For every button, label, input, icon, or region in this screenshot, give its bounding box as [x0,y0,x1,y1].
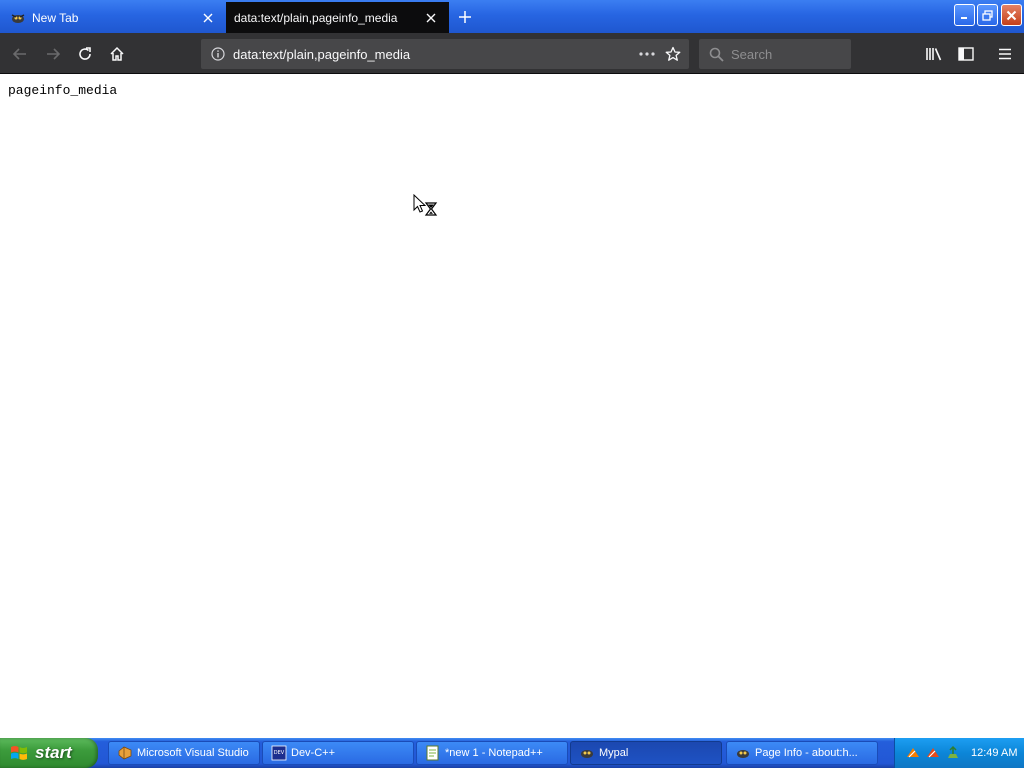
tray-app-icon[interactable] [905,745,921,761]
taskbar-item-label: *new 1 - Notepad++ [445,747,543,759]
tab-label: New Tab [32,10,79,25]
mypal-icon [735,745,751,761]
taskbar-item-devcpp[interactable]: DEV Dev-C++ [262,741,414,765]
svg-text:DEV: DEV [274,750,285,756]
browser-titlebar: New Tab data:text/plain,pageinfo_media [0,0,1024,33]
close-icon [1006,10,1017,20]
mypal-favicon-icon [10,10,26,26]
forward-arrow-icon [47,48,61,60]
menu-button[interactable] [992,41,1018,67]
home-button[interactable] [104,41,130,67]
tab-new-tab[interactable]: New Tab [0,2,226,33]
tab-data-url[interactable]: data:text/plain,pageinfo_media [226,2,449,33]
restore-button[interactable] [977,4,998,26]
minimize-icon [960,17,967,19]
sidebar-toggle-button[interactable] [953,41,979,67]
close-window-button[interactable] [1001,4,1022,26]
page-content: pageinfo_media [0,75,1024,738]
restore-icon [982,9,993,21]
site-info-icon[interactable] [208,44,228,64]
mypal-icon [579,745,595,761]
navigation-toolbar: data:text/plain,pageinfo_media [0,33,1024,74]
taskbar-item-label: Page Info - about:h... [755,747,858,759]
taskbar-item-page-info[interactable]: Page Info - about:h... [726,741,878,765]
search-icon [707,45,725,63]
sidebar-icon [958,47,974,61]
taskbar-item-label: Dev-C++ [291,747,336,759]
start-button[interactable]: start [0,738,98,768]
search-input[interactable] [731,46,841,62]
safely-remove-hardware-icon[interactable] [945,745,961,761]
taskbar-clock: 12:49 AM [971,747,1018,759]
back-arrow-icon [12,48,26,60]
start-label: start [35,743,72,762]
close-tab-icon[interactable] [421,8,441,28]
hamburger-menu-icon [999,48,1011,60]
plus-icon [459,11,471,23]
taskbar-item-visual-studio[interactable]: Microsoft Visual Studio [108,741,260,765]
url-bar[interactable]: data:text/plain,pageinfo_media [201,39,689,69]
windows-logo-icon [9,743,29,763]
close-tab-icon[interactable] [198,8,218,28]
minimize-button[interactable] [954,4,975,26]
search-bar[interactable] [699,39,851,69]
taskbar-item-mypal[interactable]: Mypal [570,741,722,765]
taskbar-item-notepadpp[interactable]: *new 1 - Notepad++ [416,741,568,765]
library-icon [926,48,942,61]
visual-studio-icon [117,745,133,761]
windows-taskbar: start Microsoft Visual Studio DEV Dev-C+… [0,738,1024,768]
system-tray: 12:49 AM [894,738,1024,768]
taskbar-item-label: Microsoft Visual Studio [137,747,249,759]
devcpp-icon: DEV [271,745,287,761]
library-button[interactable] [921,41,947,67]
notepadpp-icon [425,745,441,761]
page-text: pageinfo_media [8,83,118,98]
home-icon [110,46,124,61]
bookmark-star-icon[interactable] [662,44,684,64]
url-text[interactable]: data:text/plain,pageinfo_media [233,47,636,62]
taskbar-item-label: Mypal [599,747,629,759]
new-tab-button[interactable] [452,5,478,29]
reload-button[interactable] [72,41,98,67]
back-button[interactable] [7,41,33,67]
tray-app-icon[interactable] [925,745,941,761]
forward-button[interactable] [40,41,66,67]
reload-icon [79,47,91,60]
busy-cursor-icon [413,194,438,216]
tab-label: data:text/plain,pageinfo_media [234,10,398,25]
page-actions-icon[interactable] [636,44,658,64]
